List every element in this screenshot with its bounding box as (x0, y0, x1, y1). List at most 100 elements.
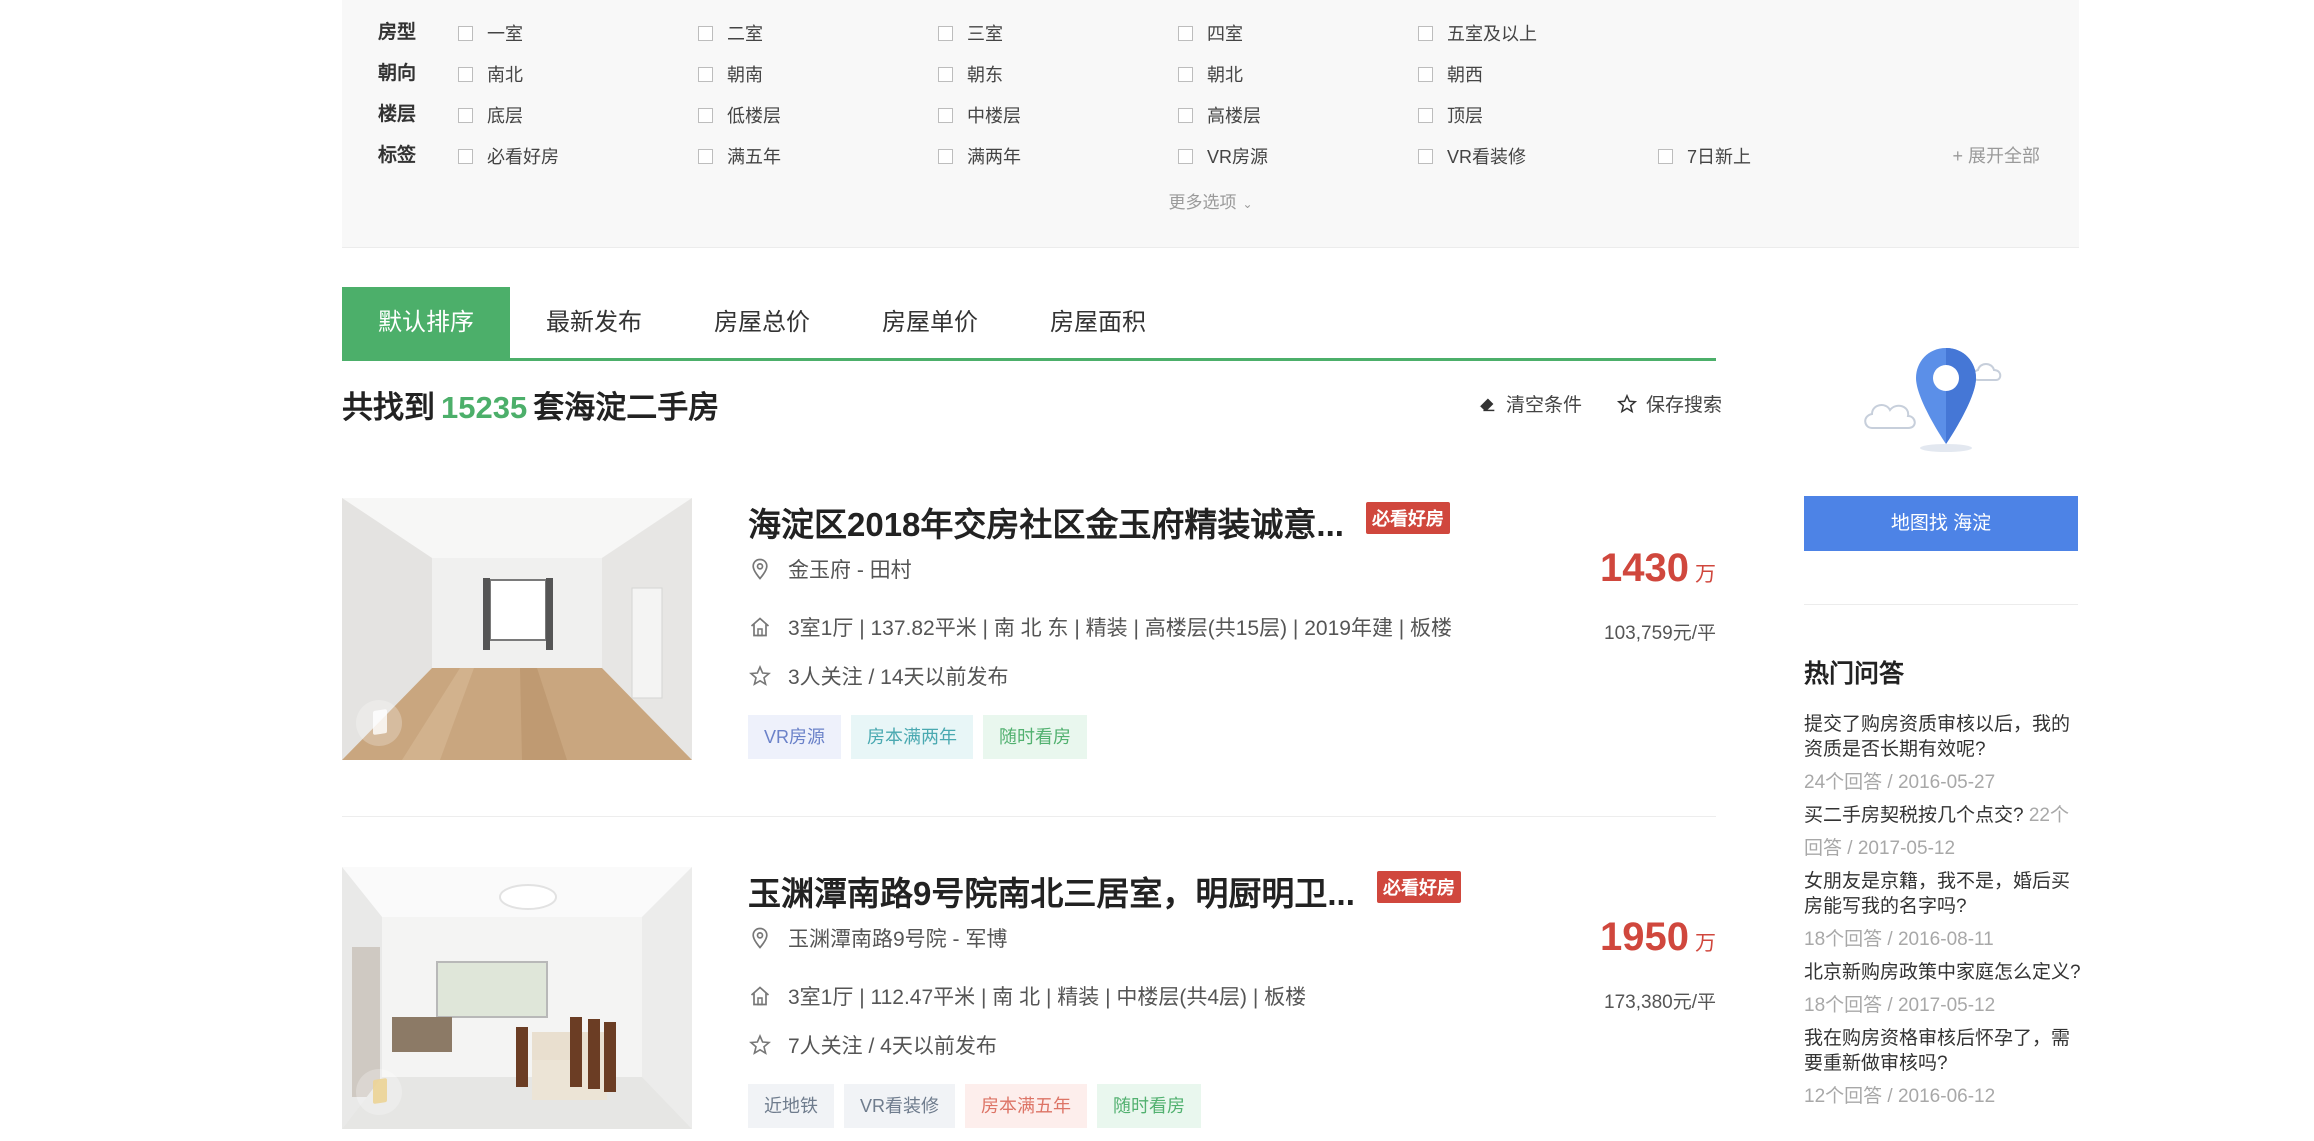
checkbox[interactable] (938, 66, 953, 82)
unit-price: 173,380元/平 (1604, 992, 1716, 1013)
vr-badge-icon (356, 1069, 402, 1115)
filter-option[interactable]: 朝南 (698, 59, 763, 89)
filter-option[interactable]: 二室 (698, 18, 763, 48)
filter-option[interactable]: 朝东 (938, 59, 1003, 89)
faq-question[interactable]: 提交了购房资质审核以后，我的资质是否长期有效呢? (1804, 714, 2070, 760)
checkbox[interactable] (698, 25, 713, 41)
checkbox[interactable] (938, 148, 953, 164)
filter-option[interactable]: 低楼层 (698, 100, 781, 130)
filter-option[interactable]: 朝西 (1418, 59, 1483, 89)
filter-option[interactable]: VR看装修 (1418, 141, 1526, 171)
checkbox[interactable] (1418, 148, 1433, 164)
save-search-button[interactable]: 保存搜索 (1616, 390, 1722, 417)
listing-house-info: 3室1厅 | 137.82平米 | 南 北 东 | 精装 | 高楼层(共15层)… (748, 612, 1452, 642)
faq-question[interactable]: 买二手房契税按几个点交? (1804, 805, 2024, 826)
total-price: 1950 万 (1600, 915, 1716, 959)
listing-title[interactable]: 海淀区2018年交房社区金玉府精装诚意... (748, 498, 1344, 546)
filter-option[interactable]: 顶层 (1418, 100, 1483, 130)
result-count-heading: 共找到 15235 套海淀二手房 (342, 390, 720, 425)
filter-label: 朝向 (378, 63, 417, 84)
must-see-badge: 必看好房 (1366, 502, 1450, 534)
checkbox[interactable] (1418, 107, 1433, 123)
checkbox[interactable] (938, 107, 953, 123)
filter-option[interactable]: 三室 (938, 18, 1003, 48)
checkbox[interactable] (698, 148, 713, 164)
filter-option[interactable]: 一室 (458, 18, 523, 48)
faq-item: 女朋友是京籍，我不是，婚后买房能写我的名字吗? 18个回答 / 2016-08-… (1804, 869, 2084, 952)
checkbox[interactable] (458, 107, 473, 123)
result-actions: 清空条件 保存搜索 (1476, 390, 1722, 417)
checkbox[interactable] (1178, 25, 1193, 41)
unit-price: 103,759元/平 (1604, 623, 1716, 644)
checkbox[interactable] (458, 25, 473, 41)
filter-option[interactable]: 满五年 (698, 141, 781, 171)
checkbox[interactable] (698, 66, 713, 82)
tag-anytime-view: 随时看房 (1097, 1084, 1202, 1128)
faq-question[interactable]: 北京新购房政策中家庭怎么定义? (1804, 962, 2081, 983)
checkbox[interactable] (1418, 66, 1433, 82)
checkbox[interactable] (1418, 25, 1433, 41)
more-options-toggle[interactable]: 更多选项 ⌄ (342, 188, 2079, 213)
filter-option[interactable]: 朝北 (1178, 59, 1243, 89)
checkbox[interactable] (1658, 148, 1673, 164)
tab-default-sort[interactable]: 默认排序 (342, 287, 510, 358)
filter-row-tags: 标签 必看好房 满五年 满两年 VR房源 VR看装修 7日新上 + 展开全部 (378, 141, 2078, 171)
tag-near-metro: 近地铁 (748, 1084, 834, 1128)
listing-house-info: 3室1厅 | 112.47平米 | 南 北 | 精装 | 中楼层(共4层) | … (748, 981, 1306, 1011)
faq-question[interactable]: 我在购房资格审核后怀孕了，需要重新做审核吗? (1804, 1028, 2070, 1074)
filter-option[interactable]: 满两年 (938, 141, 1021, 171)
map-pin-illustration (1864, 348, 2002, 452)
filter-label: 楼层 (378, 104, 417, 125)
listing-photo[interactable] (342, 498, 692, 760)
listing-tags: 近地铁 VR看装修 房本满五年 随时看房 (748, 1084, 1202, 1128)
faq-question[interactable]: 女朋友是京籍，我不是，婚后买房能写我的名字吗? (1804, 871, 2070, 917)
filter-option[interactable]: 中楼层 (938, 100, 1021, 130)
faq-item: 我在购房资格审核后怀孕了，需要重新做审核吗? 12个回答 / 2016-06-1… (1804, 1026, 2084, 1109)
faq-meta: 回答 / 2017-05-12 (1804, 838, 1956, 859)
tab-unit-price[interactable]: 房屋单价 (846, 287, 1014, 358)
filter-option[interactable]: 四室 (1178, 18, 1243, 48)
vr-badge-icon (356, 700, 402, 746)
house-icon (750, 617, 770, 637)
house-icon (750, 986, 770, 1006)
eraser-icon (1479, 398, 1495, 411)
tab-area[interactable]: 房屋面积 (1014, 287, 1182, 358)
clear-filters-button[interactable]: 清空条件 (1476, 390, 1582, 417)
filter-option[interactable]: VR房源 (1178, 141, 1268, 171)
tag-anytime-view: 随时看房 (983, 715, 1088, 759)
filter-row-orientation: 朝向 南北 朝南 朝东 朝北 朝西 (378, 59, 2078, 89)
filter-option[interactable]: 南北 (458, 59, 523, 89)
listing-title[interactable]: 玉渊潭南路9号院南北三居室，明厨明卫... (748, 867, 1355, 915)
checkbox[interactable] (938, 25, 953, 41)
location-pin-icon (752, 558, 768, 580)
listing-location: 玉渊潭南路9号院 - 军博 (748, 923, 1007, 953)
sort-tabs: 默认排序 最新发布 房屋总价 房屋单价 房屋面积 (342, 287, 1716, 361)
checkbox[interactable] (1178, 66, 1193, 82)
map-search-button[interactable]: 地图找 海淀 (1804, 496, 2078, 551)
checkbox[interactable] (1178, 148, 1193, 164)
tab-total-price[interactable]: 房屋总价 (678, 287, 846, 358)
faq-item: 提交了购房资质审核以后，我的资质是否长期有效呢? 24个回答 / 2016-05… (1804, 712, 2084, 795)
checkbox[interactable] (1178, 107, 1193, 123)
checkbox[interactable] (458, 66, 473, 82)
faq-meta-count: 22个 (2028, 805, 2069, 826)
filter-row-floor: 楼层 底层 低楼层 中楼层 高楼层 顶层 (378, 100, 2078, 130)
tag-vr-decor: VR看装修 (844, 1084, 956, 1128)
filter-label: 房型 (378, 22, 417, 43)
faq-meta: 24个回答 / 2016-05-27 (1804, 772, 1996, 793)
listing-card[interactable]: 海淀区2018年交房社区金玉府精装诚意... 必看好房 金玉府 - 田村 3室1… (342, 498, 1716, 763)
faq-item: 北京新购房政策中家庭怎么定义? 18个回答 / 2017-05-12 (1804, 960, 2084, 1018)
tab-newest[interactable]: 最新发布 (510, 287, 678, 358)
expand-all-link[interactable]: + 展开全部 (1952, 141, 2040, 171)
filter-option[interactable]: 底层 (458, 100, 523, 130)
filter-option[interactable]: 五室及以上 (1418, 18, 1537, 48)
filter-option[interactable]: 必看好房 (458, 141, 559, 171)
filter-option[interactable]: 高楼层 (1178, 100, 1261, 130)
filter-option[interactable]: 7日新上 (1658, 141, 1751, 171)
checkbox[interactable] (458, 148, 473, 164)
sidebar-divider (1804, 604, 2078, 605)
listing-photo[interactable] (342, 867, 692, 1129)
star-icon (749, 664, 771, 686)
checkbox[interactable] (698, 107, 713, 123)
listing-card[interactable]: 玉渊潭南路9号院南北三居室，明厨明卫... 必看好房 玉渊潭南路9号院 - 军博… (342, 867, 1716, 1132)
